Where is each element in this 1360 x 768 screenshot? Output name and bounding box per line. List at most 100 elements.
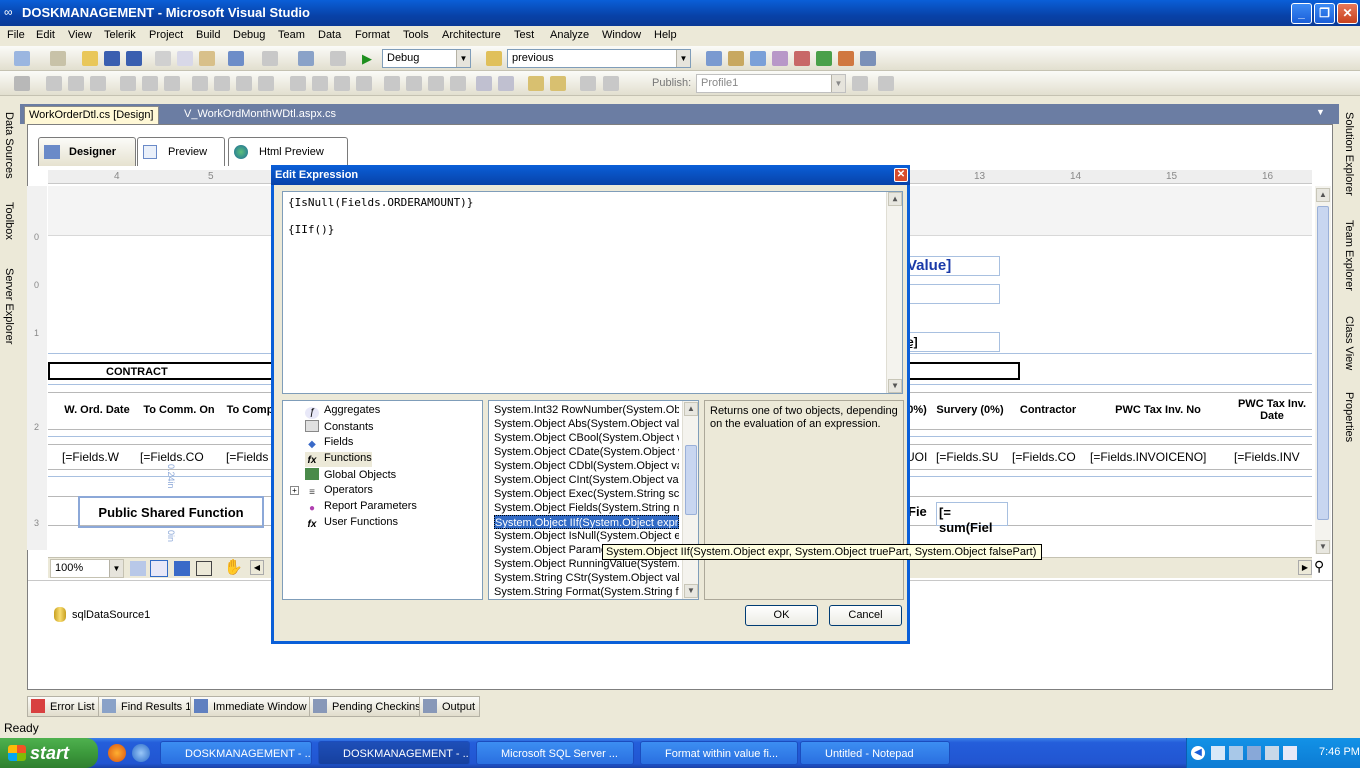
- scroll-up-icon[interactable]: ▲: [1316, 188, 1330, 202]
- ruler-icon[interactable]: [196, 561, 212, 576]
- value-textbox[interactable]: Value]: [902, 256, 1000, 276]
- ok-button[interactable]: OK: [745, 605, 818, 626]
- publish-profile-combo[interactable]: Profile1 ▼: [696, 74, 846, 93]
- solution-explorer-tab[interactable]: Solution Explorer: [1343, 112, 1355, 196]
- tab-immediate-window[interactable]: Immediate Window: [190, 696, 312, 717]
- tree-item-global-objects[interactable]: Global Objects: [305, 468, 396, 481]
- dialog-title-bar[interactable]: Edit Expression ✕: [271, 165, 910, 185]
- align-bottoms-icon[interactable]: [164, 76, 180, 91]
- tray-icon[interactable]: [1211, 746, 1225, 760]
- menu-team[interactable]: Team: [278, 29, 305, 41]
- menu-window[interactable]: Window: [602, 29, 641, 41]
- save-icon[interactable]: [104, 51, 120, 66]
- align-lefts-icon[interactable]: [46, 76, 62, 91]
- list-item-selected[interactable]: System.Object IIf(System.Object expr: [494, 515, 679, 529]
- field-contractor[interactable]: [=Fields.CO: [1012, 450, 1076, 464]
- scroll-up-icon[interactable]: ▲: [888, 192, 902, 206]
- publish-web-icon[interactable]: [852, 76, 868, 91]
- align-centers-icon[interactable]: [68, 76, 84, 91]
- cancel-button[interactable]: Cancel: [829, 605, 902, 626]
- chevron-left-icon[interactable]: ◀: [1191, 746, 1205, 760]
- tree-item-operators[interactable]: ≡ Operators: [305, 484, 373, 499]
- tray-icon[interactable]: [1265, 746, 1279, 760]
- increase-vspacing-icon[interactable]: [406, 76, 422, 91]
- menu-tools[interactable]: Tools: [403, 29, 429, 41]
- zoom-icon[interactable]: ⚲: [1314, 558, 1324, 575]
- field-survery[interactable]: [=Fields.SU: [936, 450, 998, 464]
- align-middles-icon[interactable]: [142, 76, 158, 91]
- list-item[interactable]: System.Object Fields(System.String name: [494, 501, 679, 515]
- header-w-ord-date[interactable]: W. Ord. Date: [60, 404, 134, 416]
- field-to-comp[interactable]: [=Fields: [226, 450, 268, 464]
- menu-data[interactable]: Data: [318, 29, 341, 41]
- restore-button[interactable]: ❐: [1314, 3, 1335, 24]
- scroll-thumb[interactable]: [1317, 206, 1329, 520]
- chevron-down-icon[interactable]: ▼: [456, 50, 470, 67]
- list-item[interactable]: System.Object IsNull(System.Object expr: [494, 529, 679, 543]
- header-contractor[interactable]: Contractor: [1012, 404, 1084, 416]
- horizontal-spacing-icon[interactable]: [290, 76, 306, 91]
- menu-edit[interactable]: Edit: [36, 29, 55, 41]
- designer-vertical-scrollbar[interactable]: ▲ ▼: [1315, 186, 1331, 554]
- tray-icon[interactable]: [1283, 746, 1297, 760]
- properties-tab[interactable]: Properties: [1343, 392, 1355, 442]
- expression-editor[interactable]: {IsNull(Fields.ORDERAMOUNT)} {IIf()} ▲ ▼: [282, 191, 903, 394]
- center-horizontally-icon[interactable]: [476, 76, 492, 91]
- minimize-button[interactable]: _: [1291, 3, 1312, 24]
- scroll-thumb[interactable]: [685, 445, 697, 515]
- increase-spacing-icon[interactable]: [312, 76, 328, 91]
- command-window-icon[interactable]: [860, 51, 876, 66]
- menu-view[interactable]: View: [68, 29, 92, 41]
- function-list-scrollbar[interactable]: ▲ ▼: [682, 401, 698, 599]
- dialog-close-button[interactable]: ✕: [894, 168, 908, 182]
- toolbox-icon[interactable]: [794, 51, 810, 66]
- scroll-right-icon[interactable]: ▶: [1298, 560, 1312, 575]
- list-item[interactable]: System.String CStr(System.Object value): [494, 571, 679, 585]
- tab-workordmonthwdtl-cs[interactable]: V_WorkOrdMonthWDtl.aspx.cs: [180, 106, 340, 124]
- remove-spacing-icon[interactable]: [356, 76, 372, 91]
- menu-build[interactable]: Build: [196, 29, 220, 41]
- decrease-vspacing-icon[interactable]: [428, 76, 444, 91]
- tree-item-aggregates[interactable]: ƒ Aggregates: [305, 404, 380, 419]
- list-item[interactable]: System.Object Abs(System.Object value): [494, 417, 679, 431]
- chevron-down-icon[interactable]: ▼: [676, 50, 690, 67]
- team-explorer-tab[interactable]: Team Explorer: [1343, 220, 1355, 291]
- make-same-height-icon[interactable]: [214, 76, 230, 91]
- tray-icon[interactable]: [1247, 746, 1261, 760]
- find-in-files-icon[interactable]: [486, 51, 502, 66]
- footer-fie-textbox[interactable]: Fie: [908, 504, 927, 519]
- menu-telerik[interactable]: Telerik: [104, 29, 136, 41]
- list-item[interactable]: System.String Format(System.String forma…: [494, 585, 679, 599]
- forward-icon[interactable]: [330, 51, 346, 66]
- scroll-down-icon[interactable]: ▼: [888, 379, 902, 393]
- header-to-comp[interactable]: To Comp: [226, 404, 274, 416]
- decrease-spacing-icon[interactable]: [334, 76, 350, 91]
- extension-icon[interactable]: [838, 51, 854, 66]
- task-doskmanagement-1[interactable]: DOSKMANAGEMENT - ...: [160, 741, 312, 765]
- ie-icon[interactable]: [132, 744, 150, 762]
- tab-workorderdtl-design[interactable]: WorkOrderDtl.cs [Design]: [24, 106, 159, 124]
- paste-icon[interactable]: [199, 51, 215, 66]
- list-item[interactable]: System.Object CBool(System.Object value): [494, 431, 679, 445]
- blank-textbox[interactable]: [902, 284, 1000, 304]
- remove-vspacing-icon[interactable]: [450, 76, 466, 91]
- bring-to-front-icon[interactable]: [528, 76, 544, 91]
- toolbox-tab[interactable]: Toolbox: [3, 202, 15, 240]
- send-to-back-icon[interactable]: [550, 76, 566, 91]
- contract-label[interactable]: CONTRACT: [106, 366, 168, 378]
- open-folder-icon[interactable]: [82, 51, 98, 66]
- chevron-down-icon[interactable]: ▼: [1316, 107, 1325, 117]
- task-doskmanagement-2[interactable]: DOSKMANAGEMENT - ...: [318, 741, 470, 765]
- menu-help[interactable]: Help: [654, 29, 677, 41]
- data-sources-tab[interactable]: Data Sources: [3, 112, 15, 179]
- server-explorer-tab[interactable]: Server Explorer: [3, 268, 15, 344]
- center-vertically-icon[interactable]: [498, 76, 514, 91]
- list-item[interactable]: System.Object CInt(System.Object value): [494, 473, 679, 487]
- task-notepad[interactable]: Untitled - Notepad: [800, 741, 950, 765]
- find-combo[interactable]: previous ▼: [507, 49, 691, 68]
- tray-icon[interactable]: [1229, 746, 1243, 760]
- tree-item-fields[interactable]: ◆ Fields: [305, 436, 353, 451]
- list-item[interactable]: System.Object CDbl(System.Object value): [494, 459, 679, 473]
- configuration-combo[interactable]: Debug ▼: [382, 49, 471, 68]
- cut-icon[interactable]: [155, 51, 171, 66]
